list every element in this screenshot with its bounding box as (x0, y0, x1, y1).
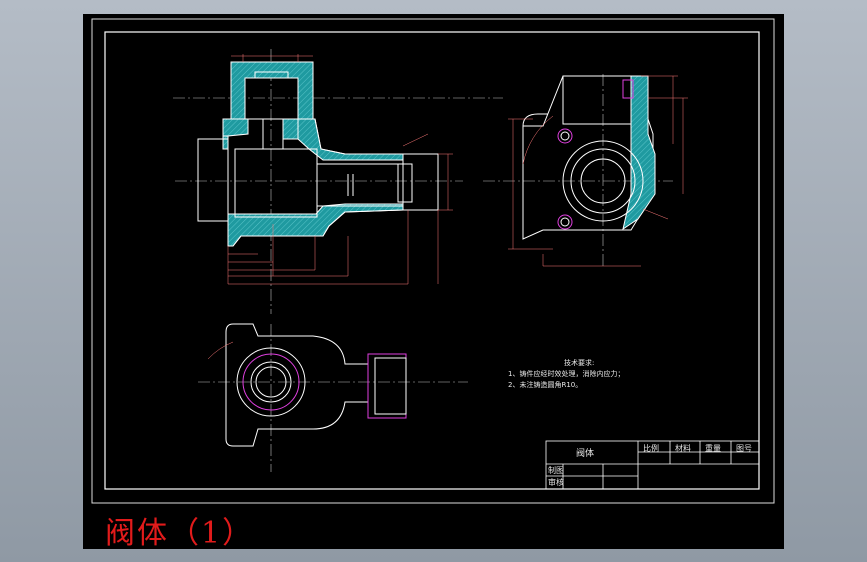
title-block-part-name: 阀体 (576, 449, 595, 459)
title-block-row-label: 审核 (548, 478, 564, 487)
title-block-row-label: 制图 (548, 466, 564, 475)
technical-note-item: 2、未注铸造圆角R10。 (508, 381, 583, 389)
drawing-caption: 阀体（1） (105, 516, 255, 551)
technical-notes-title: 技术要求: (564, 359, 595, 367)
side-view-dimensions (508, 75, 688, 267)
title-block-header: 图号 (736, 444, 752, 453)
title-block-header: 比例 (643, 444, 659, 453)
technical-notes: 技术要求: 1、铸件应经时效处理，消除内应力； 2、未注铸造圆角R10。 (508, 358, 624, 391)
outer-frame (91, 18, 775, 504)
front-section-view (173, 49, 503, 314)
front-view-dimensions (227, 54, 453, 285)
valve-body-drawing (91, 18, 775, 504)
title-block-header: 重量 (705, 444, 721, 453)
title-block-header: 材料 (675, 444, 691, 453)
inner-frame (104, 31, 760, 490)
cad-viewport[interactable]: 技术要求: 1、铸件应经时效处理，消除内应力； 2、未注铸造圆角R10。 阀体 … (83, 14, 784, 551)
side-view (483, 74, 673, 269)
top-view (198, 323, 468, 472)
technical-note-item: 1、铸件应经时效处理，消除内应力； (508, 370, 625, 378)
